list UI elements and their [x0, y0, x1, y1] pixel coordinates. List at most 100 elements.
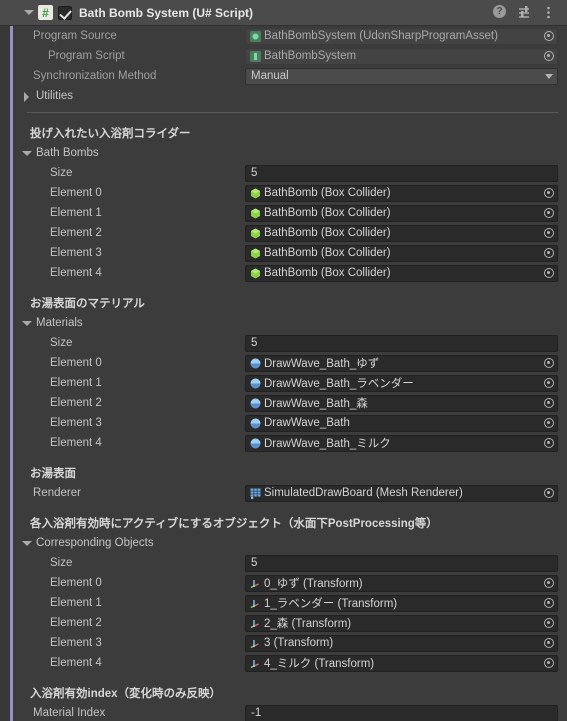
row-corresponding-objects-array[interactable]: Corresponding Objects — [13, 533, 567, 553]
transform-icon — [249, 637, 262, 650]
preset-icon[interactable] — [517, 5, 532, 20]
header-icon-group: ? — [493, 5, 567, 20]
corresponding-element-4-picker-button[interactable] — [541, 656, 556, 671]
table-row: Element 2 DrawWave_Bath_森 — [13, 393, 567, 413]
renderer-value: SimulatedDrawBoard (Mesh Renderer) — [264, 487, 463, 499]
bath-bomb-element-1-picker-button[interactable] — [541, 206, 556, 221]
table-row: Element 1 1_ラベンダー (Transform) — [13, 593, 567, 613]
bath-bombs-foldout-icon[interactable] — [20, 147, 33, 160]
material-element-0-field[interactable]: DrawWave_Bath_ゆず — [245, 354, 558, 372]
bath-bomb-element-2-field[interactable]: BathBomb (Box Collider) — [245, 224, 558, 242]
material-element-3-field[interactable]: DrawWave_Bath — [245, 414, 558, 432]
table-row: Element 1 DrawWave_Bath_ラベンダー — [13, 373, 567, 393]
label-material-element-2: Element 2 — [50, 397, 102, 409]
row-bath-bombs-size: Size 5 — [13, 163, 567, 183]
corresponding-element-2-picker-button[interactable] — [541, 616, 556, 631]
renderer-picker-button[interactable] — [541, 486, 556, 501]
material-element-1-picker-button[interactable] — [541, 376, 556, 391]
synchronization-method-dropdown[interactable]: Manual — [245, 67, 558, 85]
corresponding-element-3-picker-button[interactable] — [541, 636, 556, 651]
renderer-field[interactable]: SimulatedDrawBoard (Mesh Renderer) — [245, 484, 558, 502]
material-element-2-field[interactable]: DrawWave_Bath_森 — [245, 394, 558, 412]
bath-bomb-element-3-picker-button[interactable] — [541, 246, 556, 261]
help-text-renderer: お湯表面 — [30, 468, 76, 480]
materials-size-input[interactable]: 5 — [245, 334, 558, 352]
transform-icon — [249, 597, 262, 610]
material-element-4-picker-button[interactable] — [541, 436, 556, 451]
material-element-4-field[interactable]: DrawWave_Bath_ミルク — [245, 434, 558, 452]
label-bath-bombs-size: Size — [50, 167, 73, 179]
corresponding-element-0-picker-button[interactable] — [541, 576, 556, 591]
bath-bomb-element-0-field[interactable]: BathBomb (Box Collider) — [245, 184, 558, 202]
row-utilities[interactable]: Utilities — [13, 86, 567, 106]
table-row: Element 3 3 (Transform) — [13, 633, 567, 653]
transform-icon — [249, 657, 262, 670]
label-corresponding-element-1: Element 1 — [50, 597, 102, 609]
material-element-3-value: DrawWave_Bath — [264, 417, 350, 429]
help-icon[interactable]: ? — [493, 5, 508, 20]
mesh-renderer-icon — [249, 487, 262, 500]
bath-bomb-element-4-picker-button[interactable] — [541, 266, 556, 281]
bath-bombs-size-input[interactable]: 5 — [245, 164, 558, 182]
label-material-element-3: Element 3 — [50, 417, 102, 429]
label-corresponding-objects-size: Size — [50, 557, 73, 569]
program-source-picker-button[interactable] — [541, 29, 556, 44]
box-collider-icon — [249, 227, 262, 240]
corresponding-element-2-field[interactable]: 2_森 (Transform) — [245, 614, 558, 632]
label-bath-bomb-element-0: Element 0 — [50, 187, 102, 199]
component-enabled-checkbox[interactable] — [58, 5, 72, 20]
label-utilities: Utilities — [36, 90, 74, 102]
bath-bomb-element-4-field[interactable]: BathBomb (Box Collider) — [245, 264, 558, 282]
material-element-3-picker-button[interactable] — [541, 416, 556, 431]
label-material-element-0: Element 0 — [50, 357, 102, 369]
table-row: Element 4 DrawWave_Bath_ミルク — [13, 433, 567, 453]
corresponding-element-0-field[interactable]: 0_ゆず (Transform) — [245, 574, 558, 592]
label-corresponding-element-2: Element 2 — [50, 617, 102, 629]
label-corresponding-element-3: Element 3 — [50, 637, 102, 649]
corresponding-objects-size-input[interactable]: 5 — [245, 554, 558, 572]
component-title: Bath Bomb System (U# Script) — [79, 5, 254, 20]
corresponding-element-1-field[interactable]: 1_ラベンダー (Transform) — [245, 594, 558, 612]
program-script-field[interactable]: BathBombSystem — [245, 47, 558, 65]
material-icon — [249, 357, 262, 370]
label-material-element-4: Element 4 — [50, 437, 102, 449]
label-corresponding-element-4: Element 4 — [50, 657, 102, 669]
unity-inspector-panel: # Bath Bomb System (U# Script) ? Program… — [0, 0, 567, 721]
bath-bomb-element-2-picker-button[interactable] — [541, 226, 556, 241]
corresponding-element-4-field[interactable]: 4_ミルク (Transform) — [245, 654, 558, 672]
table-row: Element 4 BathBomb (Box Collider) — [13, 263, 567, 283]
transform-icon — [249, 617, 262, 630]
corresponding-element-2-value: 2_森 (Transform) — [264, 618, 352, 630]
row-program-source: Program Source BathBombSystem (UdonSharp… — [13, 26, 567, 46]
material-element-2-value: DrawWave_Bath_森 — [264, 398, 368, 410]
material-icon — [249, 377, 262, 390]
materials-foldout-icon[interactable] — [20, 317, 33, 330]
corresponding-objects-foldout-icon[interactable] — [20, 537, 33, 550]
program-source-field[interactable]: BathBombSystem (UdonSharpProgramAsset) — [245, 27, 558, 45]
bath-bomb-element-3-value: BathBomb (Box Collider) — [264, 247, 391, 259]
bath-bomb-element-3-field[interactable]: BathBomb (Box Collider) — [245, 244, 558, 262]
utilities-foldout-icon[interactable] — [20, 90, 33, 103]
label-bath-bomb-element-2: Element 2 — [50, 227, 102, 239]
label-renderer: Renderer — [33, 487, 81, 499]
component-foldout-icon[interactable] — [22, 6, 35, 19]
material-element-1-field[interactable]: DrawWave_Bath_ラベンダー — [245, 374, 558, 392]
material-index-input[interactable]: -1 — [245, 704, 558, 721]
help-text-materials: お湯表面のマテリアル — [30, 298, 145, 310]
bath-bomb-element-1-field[interactable]: BathBomb (Box Collider) — [245, 204, 558, 222]
label-materials-size: Size — [50, 337, 73, 349]
component-header[interactable]: # Bath Bomb System (U# Script) ? — [0, 0, 567, 26]
transform-icon — [249, 577, 262, 590]
label-material-element-1: Element 1 — [50, 377, 102, 389]
row-bath-bombs-array[interactable]: Bath Bombs — [13, 143, 567, 163]
table-row: Element 3 DrawWave_Bath — [13, 413, 567, 433]
bath-bomb-element-0-picker-button[interactable] — [541, 186, 556, 201]
row-materials-array[interactable]: Materials — [13, 313, 567, 333]
program-script-picker-button[interactable] — [541, 49, 556, 64]
kebab-menu-icon[interactable] — [541, 5, 556, 20]
material-element-2-picker-button[interactable] — [541, 396, 556, 411]
table-row: Element 0 BathBomb (Box Collider) — [13, 183, 567, 203]
corresponding-element-1-picker-button[interactable] — [541, 596, 556, 611]
corresponding-element-3-field[interactable]: 3 (Transform) — [245, 634, 558, 652]
material-element-0-picker-button[interactable] — [541, 356, 556, 371]
